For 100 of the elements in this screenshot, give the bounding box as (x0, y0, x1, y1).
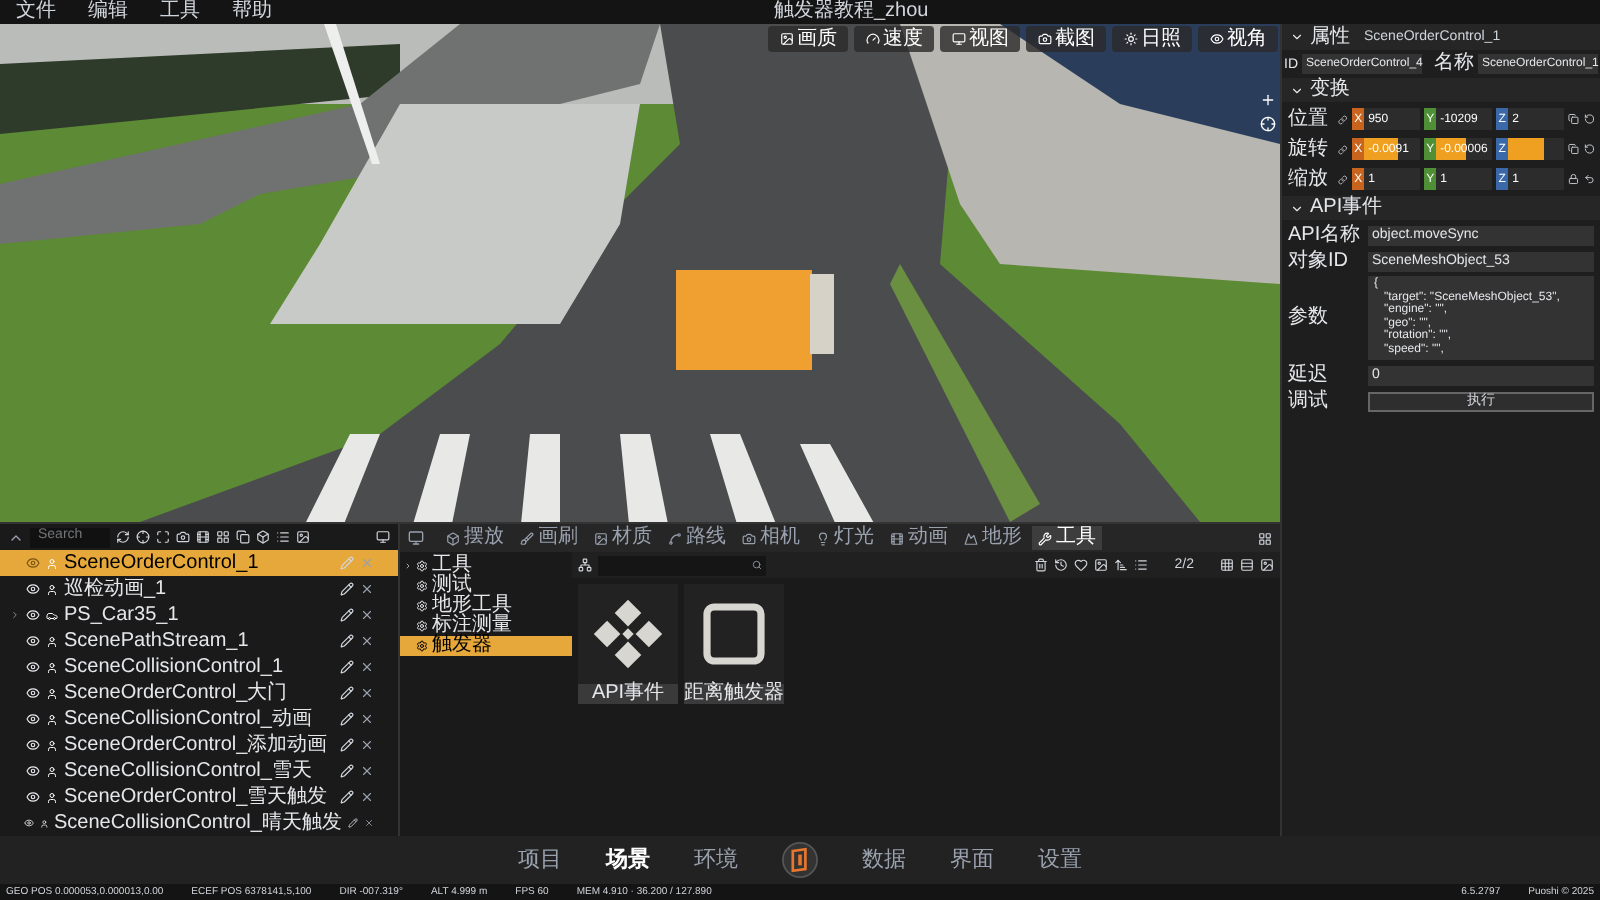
nav-tab[interactable]: 项目 (518, 849, 562, 871)
heart-icon[interactable] (1074, 558, 1089, 572)
delete-icon[interactable] (360, 790, 374, 804)
delete-icon[interactable] (363, 816, 375, 830)
delete-icon[interactable] (360, 712, 374, 726)
menu-item[interactable]: 工具 (160, 2, 200, 22)
outliner-row[interactable]: SceneOrderControl_添加动画 (0, 732, 398, 758)
tab[interactable]: 地形 (958, 526, 1028, 550)
edit-icon[interactable] (340, 712, 354, 726)
category-item[interactable]: 工具 (400, 556, 572, 576)
outliner-row[interactable]: SceneOrderControl_雪天触发 (0, 784, 398, 810)
edit-icon[interactable] (340, 582, 354, 596)
edit-icon[interactable] (340, 608, 354, 622)
image-icon[interactable] (1260, 558, 1274, 572)
refresh-icon[interactable] (116, 530, 130, 544)
layout-icon[interactable] (1258, 531, 1272, 545)
copy-icon[interactable] (1568, 112, 1580, 126)
outliner-row[interactable]: SceneCollisionControl_雪天 (0, 758, 398, 784)
category-item[interactable]: 测试 (400, 576, 572, 596)
collapse-icon[interactable] (1290, 30, 1304, 44)
category-item[interactable]: 触发器 (400, 636, 572, 656)
outliner-row[interactable]: 巡检动画_1 (0, 576, 398, 602)
camera-icon[interactable] (176, 530, 190, 544)
toolbar-button[interactable]: 截图 (1026, 26, 1106, 52)
delete-icon[interactable] (360, 582, 374, 596)
collapse-icon[interactable] (1290, 83, 1304, 97)
outliner-row[interactable]: SceneCollisionControl_晴天触发 (0, 810, 398, 836)
edit-icon[interactable] (340, 634, 354, 648)
image-icon[interactable] (1094, 558, 1109, 572)
menu-item[interactable]: 帮助 (232, 2, 272, 22)
tab[interactable]: 画刷 (514, 526, 584, 550)
delete-icon[interactable] (360, 686, 374, 700)
toolbar-button[interactable]: 视角 (1198, 26, 1278, 52)
category-item[interactable]: 标注测量 (400, 616, 572, 636)
tab[interactable]: 灯光 (810, 526, 880, 550)
tab[interactable]: 相机 (736, 526, 806, 550)
delete-icon[interactable] (360, 660, 374, 674)
edit-icon[interactable] (340, 764, 354, 778)
lock-icon[interactable] (1568, 172, 1580, 186)
sort-icon[interactable] (1114, 558, 1129, 572)
delete-icon[interactable] (360, 608, 374, 622)
edit-icon[interactable] (340, 686, 354, 700)
outliner-row[interactable]: SceneOrderControl_大门 (0, 680, 398, 706)
asset-tile[interactable]: 距离触发器 (684, 584, 784, 704)
grid-icon[interactable] (1220, 558, 1234, 572)
menu-item[interactable]: 编辑 (88, 2, 128, 22)
tab[interactable]: 摆放 (440, 526, 510, 550)
tab[interactable]: 路线 (662, 526, 732, 550)
box-icon[interactable] (256, 530, 270, 544)
image-icon[interactable] (296, 530, 310, 544)
reset-icon[interactable] (1583, 142, 1594, 156)
toolbar-button[interactable]: 画质 (768, 26, 848, 52)
add-icon[interactable] (1260, 92, 1276, 108)
delete-icon[interactable] (360, 738, 374, 752)
outliner-row[interactable]: PS_Car35_1 (0, 602, 398, 628)
target-icon[interactable] (136, 530, 150, 544)
toolbar-button[interactable]: 速度 (854, 26, 934, 52)
reset-icon[interactable] (1583, 112, 1594, 126)
outliner-row[interactable]: ScenePathStream_1 (0, 628, 398, 654)
grid-icon[interactable] (216, 530, 230, 544)
edit-icon[interactable] (340, 660, 354, 674)
search-field[interactable] (598, 555, 766, 575)
tab[interactable]: 动画 (884, 526, 954, 550)
nav-tab[interactable]: 场景 (606, 849, 650, 871)
outliner-row[interactable]: SceneCollisionControl_1 (0, 654, 398, 680)
nav-tab[interactable]: 数据 (862, 849, 906, 871)
copy-icon[interactable] (236, 530, 250, 544)
tab[interactable]: 材质 (588, 526, 658, 550)
edit-icon[interactable] (340, 790, 354, 804)
toolbar-button[interactable]: 日照 (1112, 26, 1192, 52)
link-icon[interactable] (1338, 143, 1349, 155)
expand-icon[interactable] (156, 530, 170, 544)
trash-icon[interactable] (1034, 558, 1049, 572)
number-field[interactable] (1508, 138, 1565, 160)
crosshair-icon[interactable] (1260, 116, 1276, 132)
edit-icon[interactable] (347, 816, 358, 830)
film-icon[interactable] (196, 530, 210, 544)
link-icon[interactable] (1338, 113, 1349, 125)
edit-icon[interactable] (340, 738, 354, 752)
tab[interactable]: 工具 (1032, 526, 1102, 550)
nav-tab[interactable]: 环境 (694, 849, 738, 871)
nav-tab[interactable]: 设置 (1038, 849, 1082, 871)
asset-tile[interactable]: API事件 (578, 584, 678, 704)
undo-icon[interactable] (1583, 172, 1594, 186)
expand-icon[interactable] (10, 610, 20, 620)
rows-icon[interactable] (1240, 558, 1254, 572)
copy-icon[interactable] (1568, 142, 1580, 156)
history-icon[interactable] (1054, 558, 1069, 572)
delete-icon[interactable] (360, 764, 374, 778)
hierarchy-icon[interactable] (578, 558, 592, 572)
panel-icon[interactable] (376, 530, 390, 544)
delete-icon[interactable] (360, 634, 374, 648)
app-logo-icon[interactable] (782, 842, 818, 878)
outliner-row[interactable]: SceneCollisionControl_动画 (0, 706, 398, 732)
collapse-icon[interactable] (1290, 201, 1304, 215)
toolbar-button[interactable]: 视图 (940, 26, 1020, 52)
category-item[interactable]: 地形工具 (400, 596, 572, 616)
list-icon[interactable] (276, 530, 290, 544)
panel-icon[interactable] (408, 530, 424, 546)
link-icon[interactable] (1338, 173, 1349, 185)
